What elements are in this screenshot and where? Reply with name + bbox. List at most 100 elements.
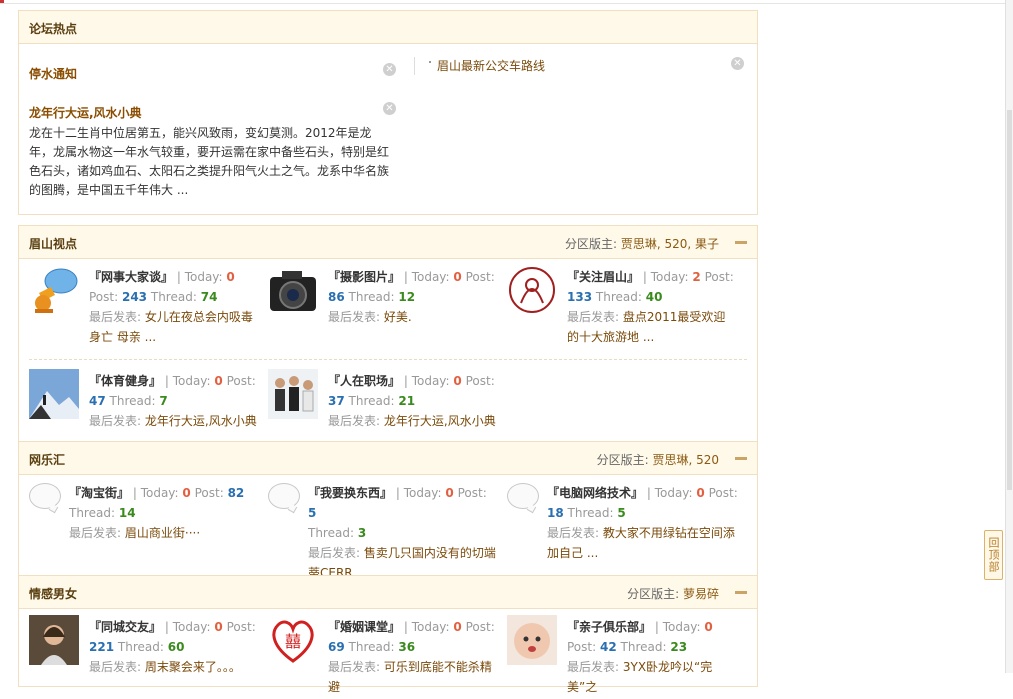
back-to-top-button[interactable]: 回顶部 [984,530,1003,580]
post-count: 82 [227,486,245,500]
post-count: 37 [328,394,345,408]
collapse-icon[interactable] [735,241,747,244]
moderator-names[interactable]: 贾思琳, 520 [652,453,719,467]
speech-bubble-icon[interactable] [507,483,539,509]
baby-photo-icon[interactable] [507,615,557,665]
close-icon[interactable]: ✕ [731,57,744,70]
forum-item: 『电脑网络技术』 | Today: 0 Post: 18 Thread: 5 最… [497,475,738,565]
post-count: 133 [567,290,593,304]
last-post-label: 最后发表: [308,546,361,560]
today-count: 0 [696,486,705,500]
today-label: Today: [140,486,179,500]
forum-name[interactable]: 『体育健身』 [89,374,161,388]
forum-name[interactable]: 『淘宝街』 [69,486,129,500]
section-meishan: 眉山视点 分区版主: 贾思琳, 520, 果子 『网事大家谈』 | Today:… [18,225,758,442]
last-post-link[interactable]: 龙年行大运,风水小典 [384,414,496,428]
scrollbar-thumb[interactable] [1007,110,1012,490]
last-post-label: 最后发表: [567,660,620,674]
moderators-label: 分区版主: [627,587,680,601]
camera-icon[interactable] [268,265,318,315]
hot-item-title[interactable]: 龙年行大运,风水小典 [29,104,142,121]
hot-item-title[interactable]: 停水通知 [29,65,77,82]
forum-item: 囍 『婚姻课堂』 | Today: 0 Post: 69 Thread: 36 … [258,609,497,699]
section-title[interactable]: 情感男女 [29,585,77,602]
today-count: 0 [182,486,191,500]
thread-label: Thread: [150,290,197,304]
svg-text:囍: 囍 [285,632,301,651]
forum-info: 『体育健身』 | Today: 0 Post: 47 Thread: 7 最后发… [89,374,257,428]
forum-item: 『淘宝街』 | Today: 0 Post: 82 Thread: 14 最后发… [19,475,258,565]
collapse-icon[interactable] [735,591,747,594]
last-post-label: 最后发表: [567,310,620,324]
post-label: Post: [226,374,256,388]
thread-count: 36 [398,640,416,654]
post-count: 5 [308,506,317,520]
forum-item: 『体育健身』 | Today: 0 Post: 47 Thread: 7 最后发… [19,363,258,453]
close-icon[interactable]: ✕ [383,63,396,76]
section-title[interactable]: 网乐汇 [29,451,65,468]
speech-bubble-icon[interactable] [29,483,61,509]
moderator-names[interactable]: 贾思琳, 520, 果子 [621,237,719,251]
today-label: Today: [172,374,211,388]
hot-link[interactable]: 眉山最新公交车路线 [437,57,545,74]
climber-icon[interactable] [29,369,79,419]
bullet [429,61,431,63]
thread-label: Thread: [109,394,156,408]
post-label: Post: [465,374,495,388]
section-header: 情感男女 分区版主: 萝易碎 [19,576,757,609]
thread-label: Thread: [69,506,116,520]
thread-label: Thread: [348,640,395,654]
section-header: 网乐汇 分区版主: 贾思琳, 520 [19,442,757,475]
last-post-label: 最后发表: [547,526,600,540]
today-count: 0 [226,270,235,284]
scrollbar[interactable] [1005,0,1013,673]
hot-title: 论坛热点 [29,22,78,36]
post-count: 221 [89,640,115,654]
forum-info: 『亲子俱乐部』 | Today: 0 Post: 42 Thread: 23 最… [567,620,713,694]
today-count: 0 [214,620,223,634]
forum-name[interactable]: 『人在职场』 [328,374,400,388]
section-title[interactable]: 眉山视点 [29,235,77,252]
double-happiness-icon[interactable]: 囍 [268,615,318,665]
forum-name[interactable]: 『婚姻课堂』 [328,620,400,634]
speech-bubble-icon[interactable] [268,483,300,509]
forum-name[interactable]: 『同城交友』 [89,620,161,634]
portrait-icon[interactable] [507,265,557,315]
last-post-link[interactable]: 好美. [384,310,412,324]
thread-count: 60 [167,640,185,654]
moderator-names[interactable]: 萝易碎 [683,587,719,601]
last-post-link[interactable]: 龙年行大运,风水小典 [145,414,257,428]
forum-name[interactable]: 『我要换东西』 [308,486,392,500]
today-label: Today: [411,620,450,634]
thread-label: Thread: [348,290,395,304]
last-post-label: 最后发表: [328,660,381,674]
megaphone-icon[interactable] [29,265,79,315]
last-post-link[interactable]: 周末聚会来了。。。 [145,660,241,674]
office-people-icon[interactable] [268,369,318,419]
last-post-label: 最后发表: [89,310,142,324]
forum-name[interactable]: 『关注眉山』 [567,270,639,284]
section-wangle: 网乐汇 分区版主: 贾思琳, 520 『淘宝街』 | Today: 0 Post… [18,441,758,580]
post-label: Post: [567,640,597,654]
forum-name[interactable]: 『网事大家谈』 [89,270,173,284]
forum-info: 『淘宝街』 | Today: 0 Post: 82 Thread: 14 最后发… [69,486,245,540]
post-count: 243 [121,290,148,304]
last-post-link[interactable]: 眉山商业街···· [125,526,200,540]
hot-header: 论坛热点 [19,11,757,44]
forum-info: 『婚姻课堂』 | Today: 0 Post: 69 Thread: 36 最后… [328,620,495,694]
forum-hot-panel: 论坛热点 停水通知 ✕ 龙年行大运,风水小典 ✕ 龙在十二生肖中位居第五，能兴风… [18,10,758,215]
woman-photo-icon[interactable] [29,615,79,665]
forum-item: 『我要换东西』 | Today: 0 Post: 5 Thread: 3 最后发… [258,475,497,580]
today-count: 2 [692,270,701,284]
forum-name[interactable]: 『电脑网络技术』 [547,486,643,500]
section-qinggan: 情感男女 分区版主: 萝易碎 『同城交友』 | Today: 0 Post: 2… [18,575,758,694]
close-icon[interactable]: ✕ [383,102,396,115]
thread-count: 5 [617,506,626,520]
today-label: Today: [654,486,693,500]
forum-name[interactable]: 『亲子俱乐部』 [567,620,651,634]
collapse-icon[interactable] [735,457,747,460]
forum-info: 『人在职场』 | Today: 0 Post: 37 Thread: 21 最后… [328,374,496,428]
forum-item: 『网事大家谈』 | Today: 0 Post: 243 Thread: 74 … [19,259,258,349]
thread-label: Thread: [348,394,395,408]
forum-name[interactable]: 『摄影图片』 [328,270,400,284]
